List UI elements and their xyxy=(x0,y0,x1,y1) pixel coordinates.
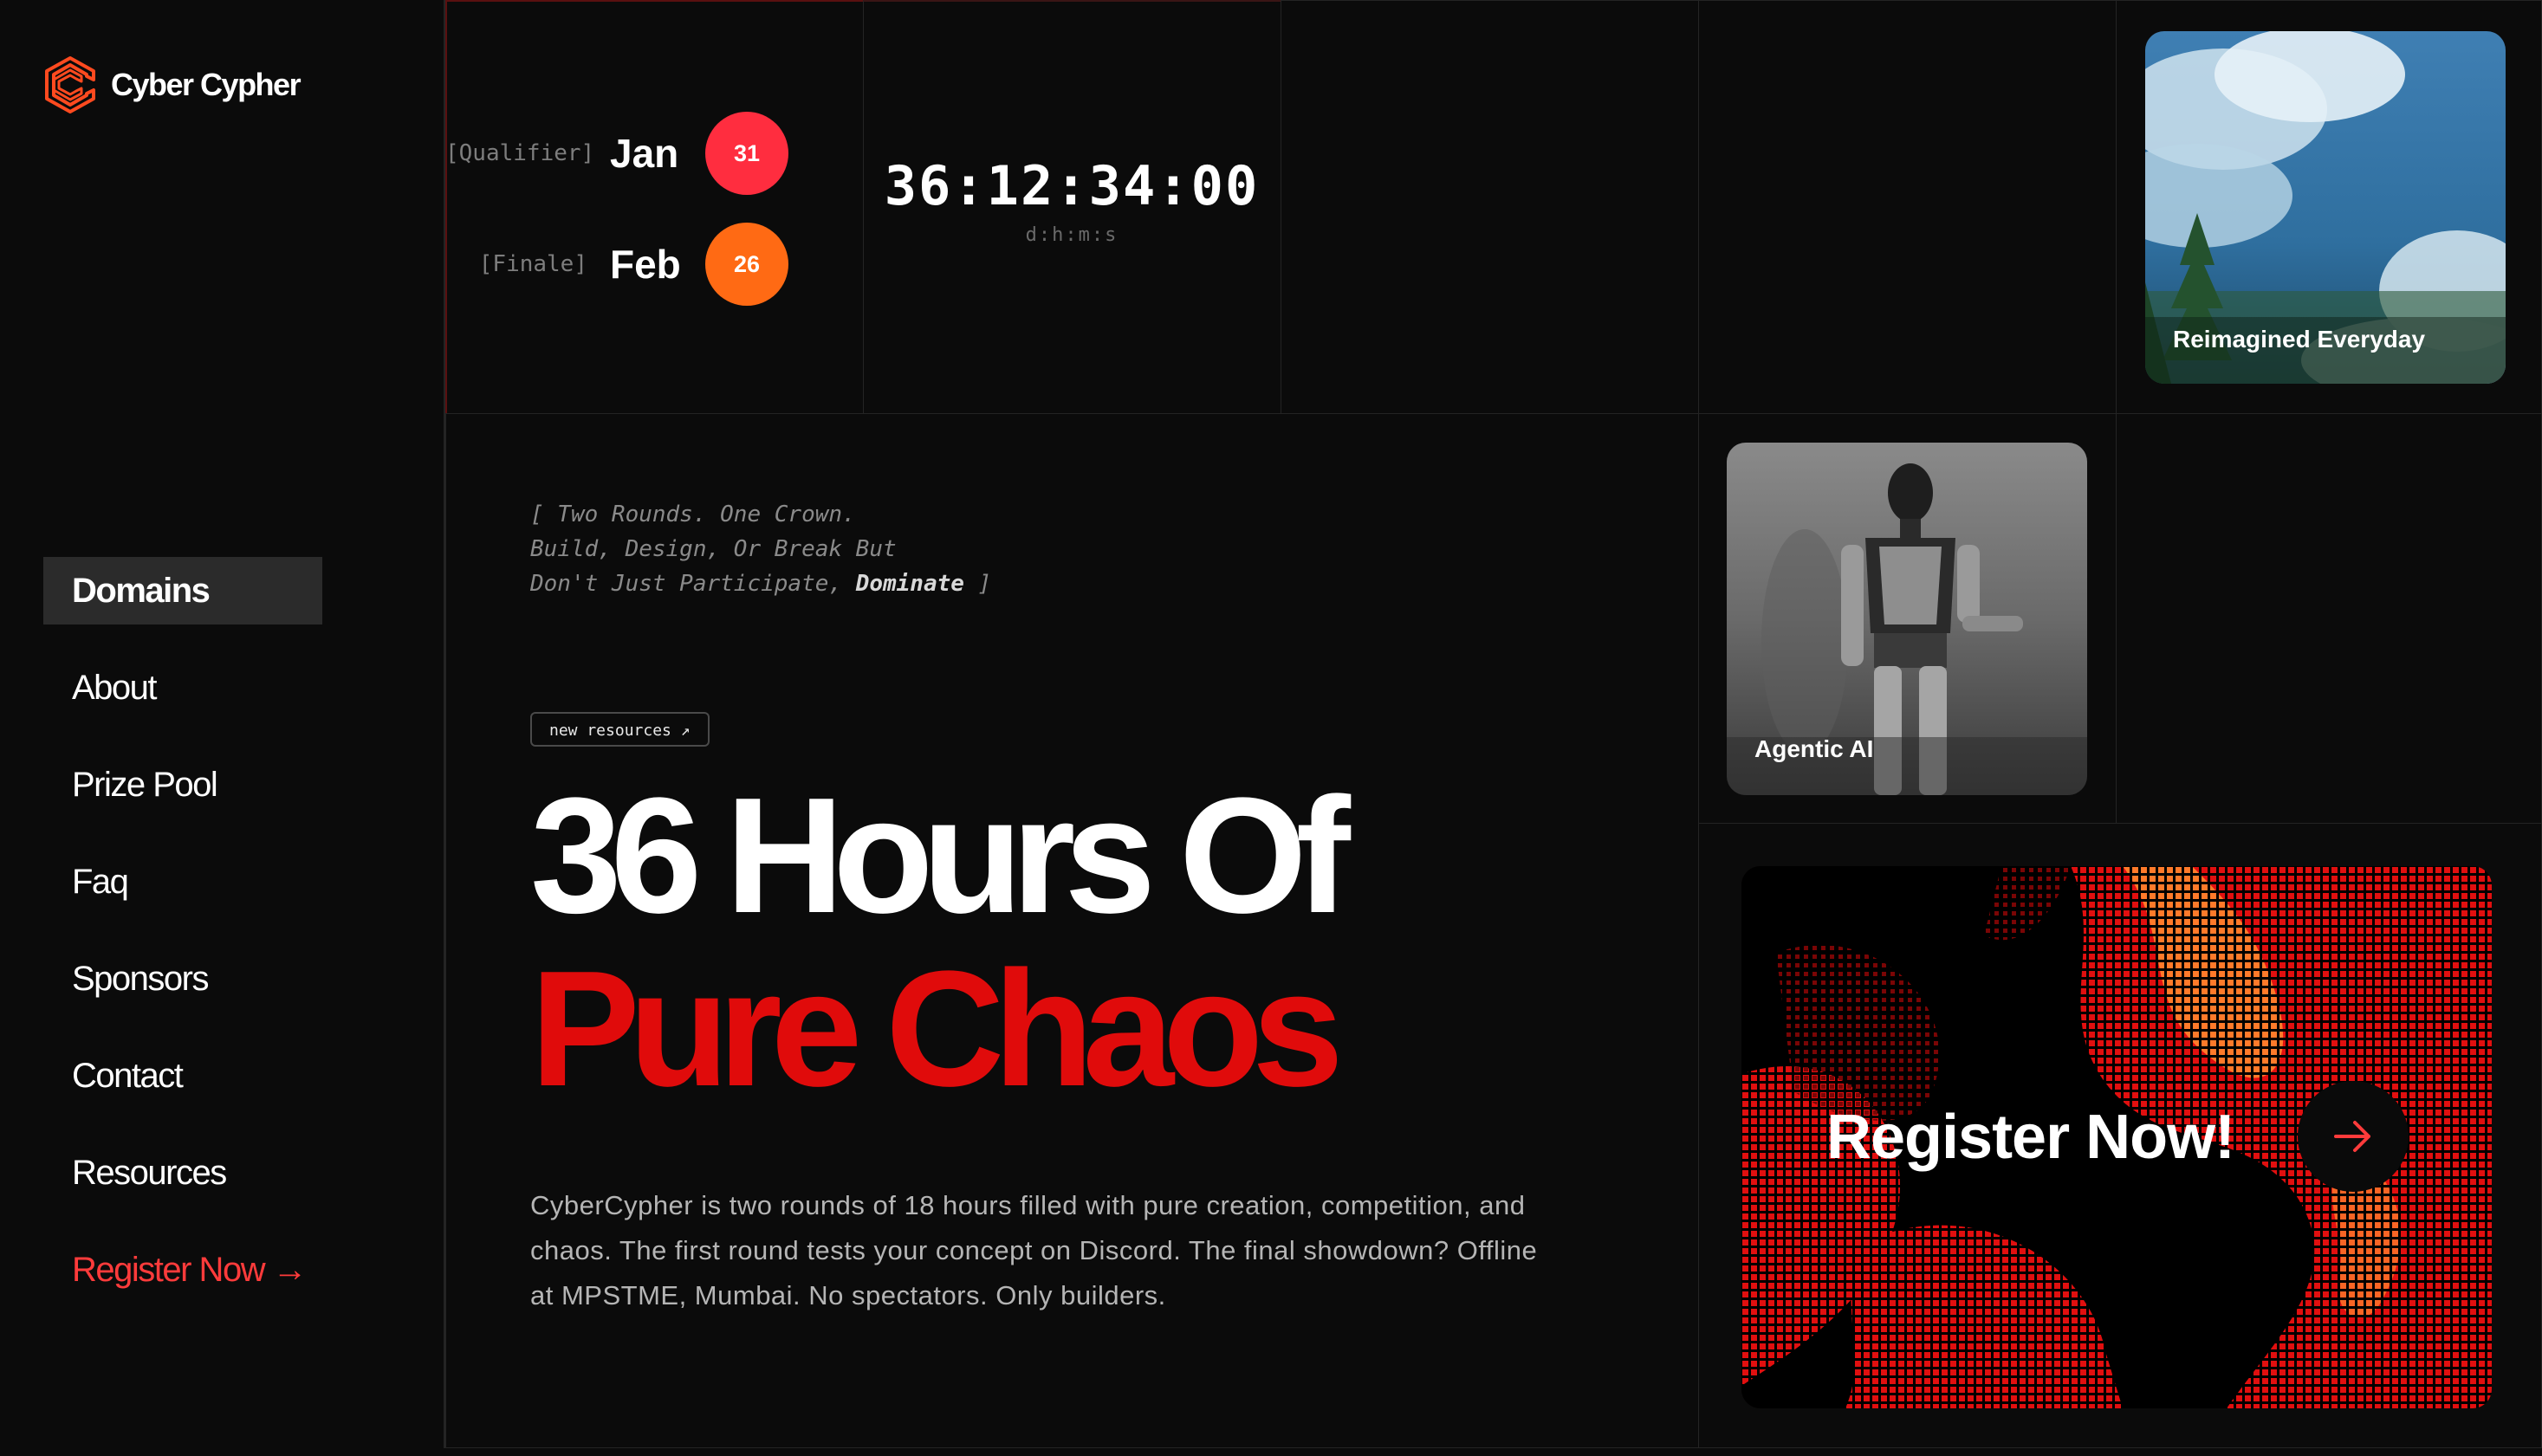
finale-day-badge: 26 xyxy=(705,223,788,306)
finale-tag: [Finale] xyxy=(478,251,587,277)
new-resources-button[interactable]: new resources ↗ xyxy=(530,712,710,747)
countdown-value: 36:12:34:00 xyxy=(884,154,1260,217)
qualifier-month: Jan xyxy=(610,131,679,176)
tagline: [ Two Rounds. One Crown. Build, Design, … xyxy=(530,497,991,601)
agentic-ai-card[interactable]: Agentic AI xyxy=(1727,443,2087,795)
dates-cell xyxy=(445,0,864,414)
nav-item-faq[interactable]: Faq xyxy=(43,848,322,916)
nav-item-prize-pool[interactable]: Prize Pool xyxy=(43,751,322,819)
finale-month: Feb xyxy=(610,242,681,287)
logo[interactable]: Cyber Cypher xyxy=(42,55,302,114)
hero-title: 36 Hours Of Pure Chaos xyxy=(530,764,1351,1121)
tagline-line-3-suffix: ] xyxy=(977,571,992,597)
reimagined-everyday-label: Reimagined Everyday xyxy=(2173,326,2426,353)
countdown-timer: 36:12:34:00 d:h:m:s xyxy=(863,154,1281,246)
hero-description: CyberCypher is two rounds of 18 hours fi… xyxy=(530,1190,1538,1310)
grid-cell xyxy=(1281,0,1699,414)
nav-item-about[interactable]: About xyxy=(43,654,322,722)
tagline-emphasis: Dominate xyxy=(855,571,964,597)
nav-register-link[interactable]: Register Now → xyxy=(43,1236,322,1304)
arrow-right-icon xyxy=(2334,1121,2370,1152)
finale-date: [Finale] Feb 26 xyxy=(445,223,788,306)
nav-item-resources[interactable]: Resources xyxy=(43,1139,322,1207)
brand-name: Cyber Cypher xyxy=(111,67,302,102)
tagline-line-1: [ Two Rounds. One Crown. xyxy=(530,502,856,527)
tagline-line-3-prefix: Don't Just Participate, xyxy=(530,571,843,597)
sidebar: Cyber Cypher Domains About Prize Pool Fa… xyxy=(0,0,445,1448)
reimagined-everyday-card[interactable]: Reimagined Everyday xyxy=(2145,31,2506,384)
page: Cyber Cypher Domains About Prize Pool Fa… xyxy=(0,0,2542,1456)
tagline-line-3: Don't Just Participate, Dominate ] xyxy=(530,566,991,601)
nav-item-contact[interactable]: Contact xyxy=(43,1042,322,1110)
nav-item-sponsors[interactable]: Sponsors xyxy=(43,945,322,1013)
agentic-ai-label: Agentic AI xyxy=(1754,735,1874,762)
grid-cell xyxy=(2116,413,2542,824)
qualifier-day-badge: 31 xyxy=(705,112,788,195)
nav-item-domains[interactable]: Domains xyxy=(43,557,322,624)
register-arrow-button[interactable] xyxy=(2298,1081,2409,1192)
register-now-title: Register Now! xyxy=(1826,1103,2235,1172)
countdown-unit: d:h:m:s xyxy=(1025,224,1119,246)
hero-title-line-2: Pure Chaos xyxy=(530,937,1344,1121)
qualifier-date: [Qualifier] Jan 31 xyxy=(445,112,788,195)
main-nav: Domains About Prize Pool Faq Sponsors Co… xyxy=(43,557,322,1333)
cyber-cypher-logo-icon xyxy=(45,56,95,113)
hero-title-line-1: 36 Hours Of xyxy=(530,764,1351,948)
qualifier-tag: [Qualifier] xyxy=(445,140,595,166)
tagline-line-2: Build, Design, Or Break But xyxy=(530,536,897,562)
grid-cell xyxy=(1698,0,2117,414)
